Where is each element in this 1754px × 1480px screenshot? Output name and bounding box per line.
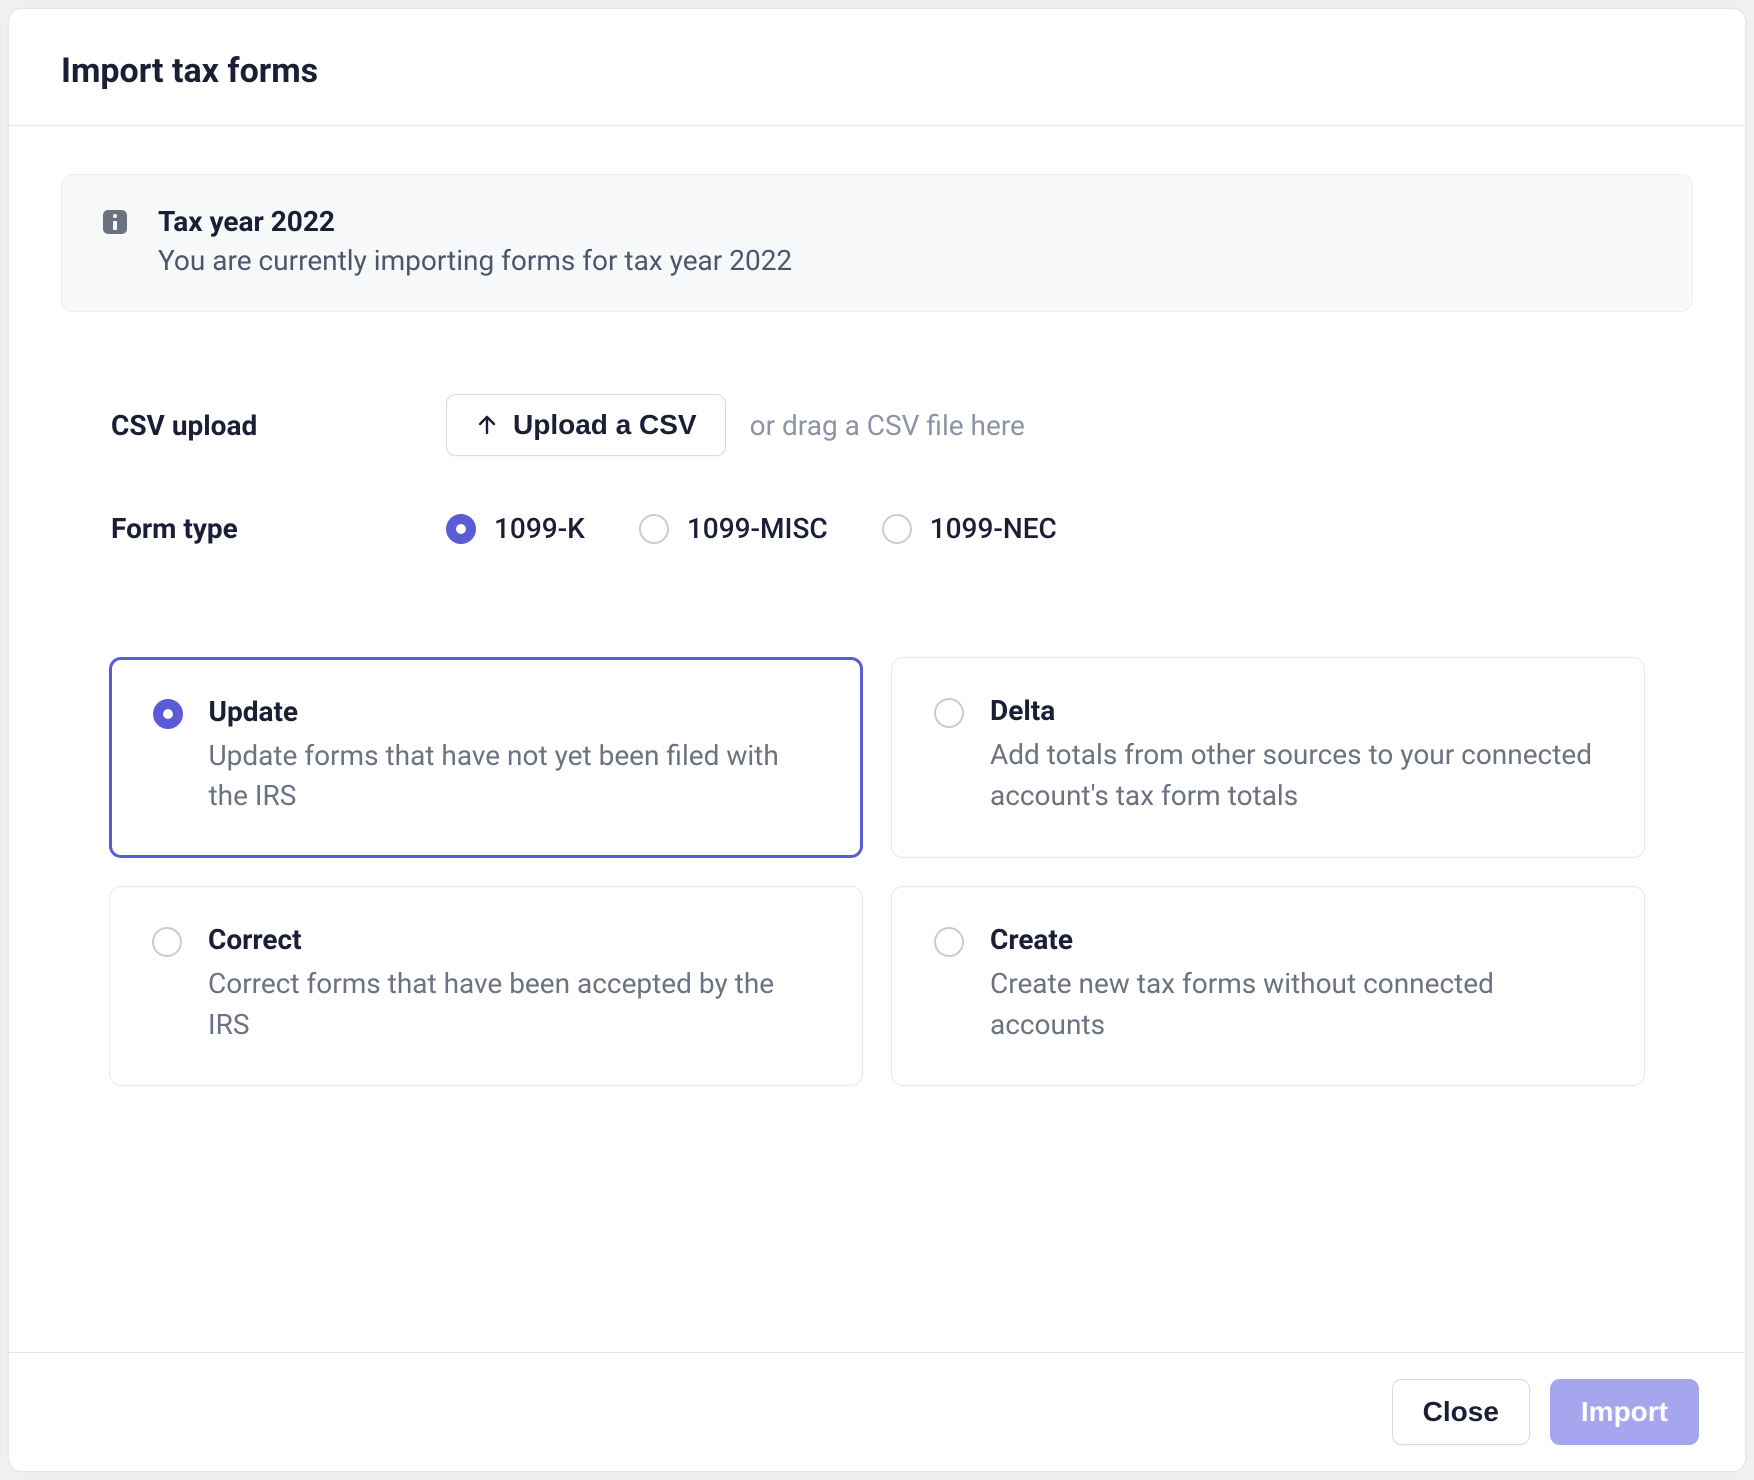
modal-title: Import tax forms <box>61 51 1693 91</box>
csv-upload-label: CSV upload <box>111 409 446 442</box>
form-type-radio-group: 1099-K 1099-MISC 1099-NEC <box>446 512 1057 545</box>
action-card-create[interactable]: Create Create new tax forms without conn… <box>891 886 1645 1086</box>
card-title: Create <box>990 923 1602 956</box>
csv-upload-row: CSV upload Upload a CSV or drag a CSV fi… <box>111 394 1643 456</box>
radio-label: 1099-K <box>494 512 585 545</box>
form-type-option-1099-misc[interactable]: 1099-MISC <box>639 512 828 545</box>
card-title: Delta <box>990 694 1602 727</box>
close-button[interactable]: Close <box>1392 1379 1530 1445</box>
card-text: Correct Correct forms that have been acc… <box>208 923 820 1045</box>
card-description: Add totals from other sources to your co… <box>990 735 1602 816</box>
action-card-delta[interactable]: Delta Add totals from other sources to y… <box>891 657 1645 858</box>
action-card-update[interactable]: Update Update forms that have not yet be… <box>109 657 863 858</box>
action-card-correct[interactable]: Correct Correct forms that have been acc… <box>109 886 863 1086</box>
radio-icon <box>934 698 964 728</box>
card-title: Update <box>209 695 820 728</box>
modal-body: Tax year 2022 You are currently importin… <box>9 126 1745 1352</box>
info-icon <box>102 209 128 235</box>
form-type-label: Form type <box>111 512 446 545</box>
upload-csv-button-label: Upload a CSV <box>513 409 697 441</box>
form-section: CSV upload Upload a CSV or drag a CSV fi… <box>61 394 1693 545</box>
radio-icon <box>639 514 669 544</box>
modal-header: Import tax forms <box>9 9 1745 126</box>
import-tax-forms-modal: Import tax forms Tax year 2022 You are c… <box>8 8 1746 1472</box>
radio-label: 1099-MISC <box>687 512 828 545</box>
card-description: Correct forms that have been accepted by… <box>208 964 820 1045</box>
csv-upload-group[interactable]: Upload a CSV or drag a CSV file here <box>446 394 1025 456</box>
radio-icon <box>152 927 182 957</box>
radio-icon <box>882 514 912 544</box>
card-title: Correct <box>208 923 820 956</box>
banner-description: You are currently importing forms for ta… <box>158 244 792 277</box>
radio-icon <box>153 699 183 729</box>
card-description: Update forms that have not yet been file… <box>209 736 820 817</box>
import-button[interactable]: Import <box>1550 1379 1699 1445</box>
import-action-grid: Update Update forms that have not yet be… <box>61 657 1693 1086</box>
arrow-up-icon <box>475 413 499 437</box>
upload-csv-button[interactable]: Upload a CSV <box>446 394 726 456</box>
tax-year-banner: Tax year 2022 You are currently importin… <box>61 174 1693 312</box>
modal-footer: Close Import <box>9 1352 1745 1471</box>
card-text: Update Update forms that have not yet be… <box>209 695 820 817</box>
form-type-row: Form type 1099-K 1099-MISC 1099-NEC <box>111 512 1643 545</box>
form-type-option-1099-nec[interactable]: 1099-NEC <box>882 512 1057 545</box>
radio-icon <box>934 927 964 957</box>
card-text: Create Create new tax forms without conn… <box>990 923 1602 1045</box>
card-description: Create new tax forms without connected a… <box>990 964 1602 1045</box>
banner-text: Tax year 2022 You are currently importin… <box>158 205 792 277</box>
radio-label: 1099-NEC <box>930 512 1057 545</box>
csv-drag-hint: or drag a CSV file here <box>750 409 1025 442</box>
banner-title: Tax year 2022 <box>158 205 792 238</box>
form-type-option-1099-k[interactable]: 1099-K <box>446 512 585 545</box>
radio-icon <box>446 514 476 544</box>
card-text: Delta Add totals from other sources to y… <box>990 694 1602 817</box>
